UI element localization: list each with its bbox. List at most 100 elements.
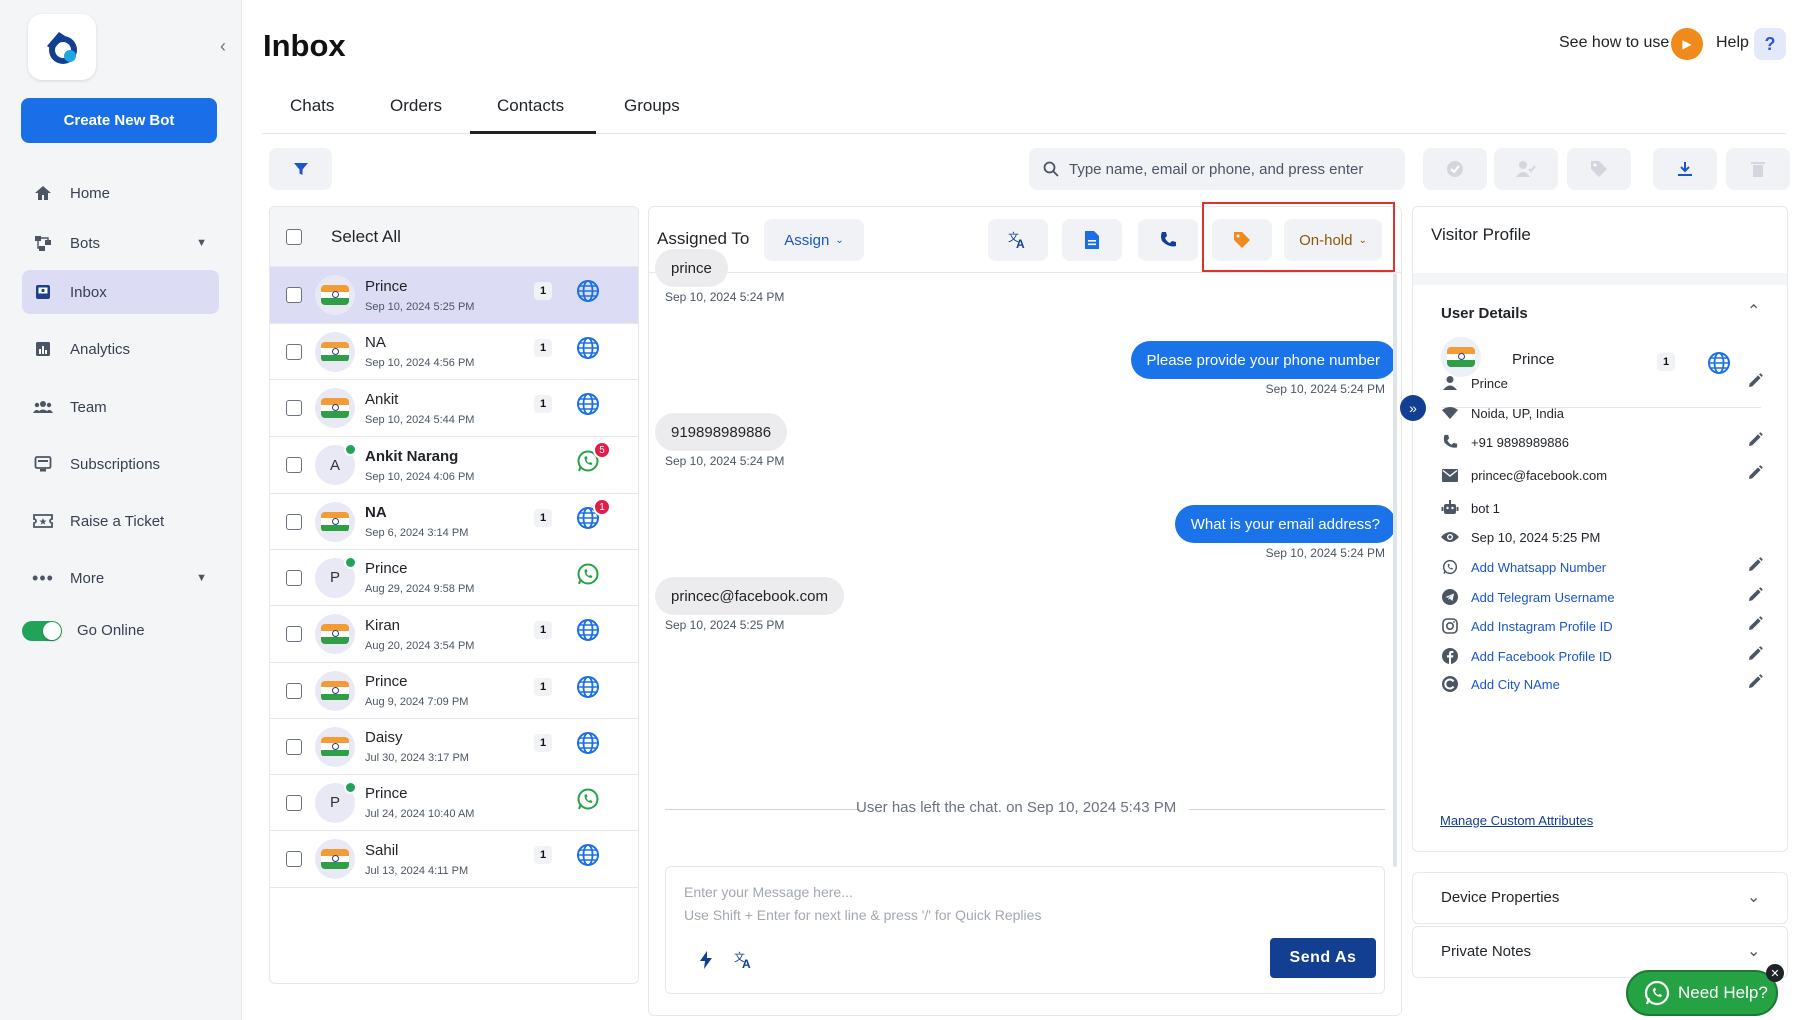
sidebar-item-raise-ticket[interactable]: Raise a Ticket	[22, 499, 219, 543]
see-how-link[interactable]: See how to use	[1559, 34, 1669, 52]
telegram-icon	[1441, 588, 1459, 606]
contact-row[interactable]: Sahil Jul 13, 2024 4:11 PM 1	[270, 831, 638, 888]
app-logo[interactable]	[28, 14, 96, 80]
sidebar-item-analytics[interactable]: Analytics	[22, 327, 219, 371]
contact-row[interactable]: Kiran Aug 20, 2024 3:54 PM 1	[270, 606, 638, 663]
edit-pencil-icon[interactable]	[1747, 674, 1763, 695]
row-checkbox[interactable]	[286, 457, 302, 473]
contact-row[interactable]: Daisy Jul 30, 2024 3:17 PM 1	[270, 719, 638, 775]
translate-icon[interactable]: 文A	[734, 950, 754, 974]
tab-chats[interactable]: Chats	[290, 96, 334, 116]
message-input[interactable]	[684, 881, 1364, 929]
contact-row[interactable]: NA Sep 10, 2024 4:56 PM 1	[270, 324, 638, 380]
add-attribute-link[interactable]: Add Instagram Profile ID	[1441, 614, 1613, 638]
analytics-icon	[32, 338, 54, 360]
send-as-button[interactable]: Send As	[1270, 938, 1376, 978]
help-button[interactable]: ?	[1754, 28, 1786, 60]
sidebar-item-home[interactable]: Home	[22, 171, 219, 215]
sidebar-item-bots[interactable]: Bots ▼	[22, 221, 219, 265]
message-composer: 文A Send As	[665, 866, 1385, 994]
edit-pencil-icon[interactable]	[1747, 432, 1763, 453]
manage-custom-attributes-link[interactable]: Manage Custom Attributes	[1440, 813, 1593, 828]
search-input[interactable]	[1069, 160, 1399, 178]
close-icon[interactable]: ✕	[1766, 964, 1784, 982]
contact-row[interactable]: Prince Sep 10, 2024 5:25 PM 1	[270, 267, 638, 324]
filter-button[interactable]	[269, 148, 332, 190]
collapse-sidebar-icon[interactable]: ‹	[220, 36, 226, 57]
need-help-button[interactable]: Need Help?	[1626, 970, 1778, 1016]
edit-pencil-icon[interactable]	[1747, 587, 1763, 608]
online-status-dot	[344, 555, 357, 569]
contact-row[interactable]: Prince Aug 9, 2024 7:09 PM 1	[270, 663, 638, 719]
lightning-icon[interactable]	[700, 951, 712, 974]
chevron-up-icon[interactable]: ⌃	[1747, 301, 1760, 321]
sidebar-item-team[interactable]: Team	[22, 385, 219, 429]
sidebar-item-inbox[interactable]: Inbox	[22, 270, 219, 314]
contact-row[interactable]: P Prince Jul 24, 2024 10:40 AM	[270, 775, 638, 831]
avatar: A	[315, 443, 357, 485]
web-globe-icon	[576, 731, 600, 755]
download-button[interactable]	[1653, 148, 1717, 190]
play-icon[interactable]: ▶	[1671, 28, 1703, 60]
chat-header: Assigned To Assign ⌄ 文A On-hold ⌄	[649, 202, 1401, 273]
assign-dropdown[interactable]: Assign ⌄	[764, 219, 864, 261]
row-checkbox[interactable]	[286, 738, 302, 755]
avatar	[315, 726, 355, 767]
go-online-toggle[interactable]	[22, 621, 62, 641]
conversation-count: 1	[534, 678, 552, 696]
add-attribute-link[interactable]: Add Facebook Profile ID	[1441, 644, 1612, 668]
need-help-label: Need Help?	[1678, 983, 1768, 1002]
edit-pencil-icon[interactable]	[1747, 616, 1763, 637]
attribute-value: Add Whatsapp Number	[1471, 559, 1607, 575]
label-tag-button[interactable]	[1212, 219, 1272, 261]
edit-pencil-icon[interactable]	[1747, 465, 1763, 486]
avatar: P	[315, 555, 357, 598]
contact-row[interactable]: P Prince Aug 29, 2024 9:58 PM	[270, 550, 638, 606]
tab-contacts[interactable]: Contacts	[497, 96, 564, 116]
row-checkbox[interactable]	[286, 287, 302, 303]
call-button[interactable]	[1138, 219, 1198, 261]
notes-button[interactable]	[1062, 219, 1122, 261]
add-attribute-link[interactable]: Add Whatsapp Number	[1441, 555, 1606, 579]
add-attribute-link[interactable]: Add City NAme	[1441, 672, 1560, 696]
resolve-button[interactable]	[1423, 148, 1487, 190]
row-checkbox[interactable]	[286, 513, 302, 530]
tag-button[interactable]	[1567, 148, 1631, 190]
edit-pencil-icon[interactable]	[1747, 646, 1763, 667]
tab-groups[interactable]: Groups	[624, 96, 680, 116]
contact-row[interactable]: A Ankit Narang Sep 10, 2024 4:06 PM 5	[270, 437, 638, 494]
row-checkbox[interactable]	[286, 794, 302, 811]
sidebar-item-subscriptions[interactable]: Subscriptions	[22, 442, 219, 486]
divider	[1189, 809, 1385, 810]
status-label: On-hold	[1299, 231, 1353, 249]
add-attribute-link[interactable]: Add Telegram Username	[1441, 585, 1615, 609]
row-checkbox[interactable]	[286, 851, 302, 867]
expand-panel-icon[interactable]: »	[1400, 395, 1426, 421]
sidebar-item-more[interactable]: ••• More ▼	[22, 556, 219, 600]
contact-row[interactable]: Ankit Sep 10, 2024 5:44 PM 1	[270, 380, 638, 437]
create-new-bot-button[interactable]: Create New Bot	[21, 98, 217, 143]
web-globe-icon	[576, 675, 600, 699]
row-checkbox[interactable]	[286, 569, 302, 586]
tab-orders[interactable]: Orders	[390, 96, 442, 116]
user-attribute: +91 9898989886	[1441, 430, 1569, 454]
contact-info: Sahil Jul 13, 2024 4:11 PM	[365, 842, 525, 877]
status-dropdown[interactable]: On-hold ⌄	[1284, 219, 1382, 261]
contact-info: Prince Jul 24, 2024 10:40 AM	[365, 785, 525, 820]
user-check-icon	[1516, 161, 1536, 177]
row-checkbox[interactable]	[286, 400, 302, 416]
assign-user-button[interactable]	[1494, 148, 1558, 190]
chat-scrollbar[interactable]	[1393, 273, 1397, 867]
delete-button[interactable]	[1726, 148, 1790, 190]
help-label[interactable]: Help	[1716, 34, 1749, 52]
contact-row[interactable]: NA Sep 6, 2024 3:14 PM 1 1	[270, 494, 638, 550]
row-checkbox[interactable]	[286, 682, 302, 699]
row-checkbox[interactable]	[286, 626, 302, 642]
search-bar	[1029, 148, 1405, 190]
edit-pencil-icon[interactable]	[1747, 373, 1763, 394]
select-all-checkbox[interactable]	[286, 228, 302, 245]
row-checkbox[interactable]	[286, 343, 302, 360]
translate-button[interactable]: 文A	[988, 219, 1048, 261]
device-properties-section[interactable]: Device Properties ⌄	[1412, 872, 1788, 924]
edit-pencil-icon[interactable]	[1747, 557, 1763, 578]
